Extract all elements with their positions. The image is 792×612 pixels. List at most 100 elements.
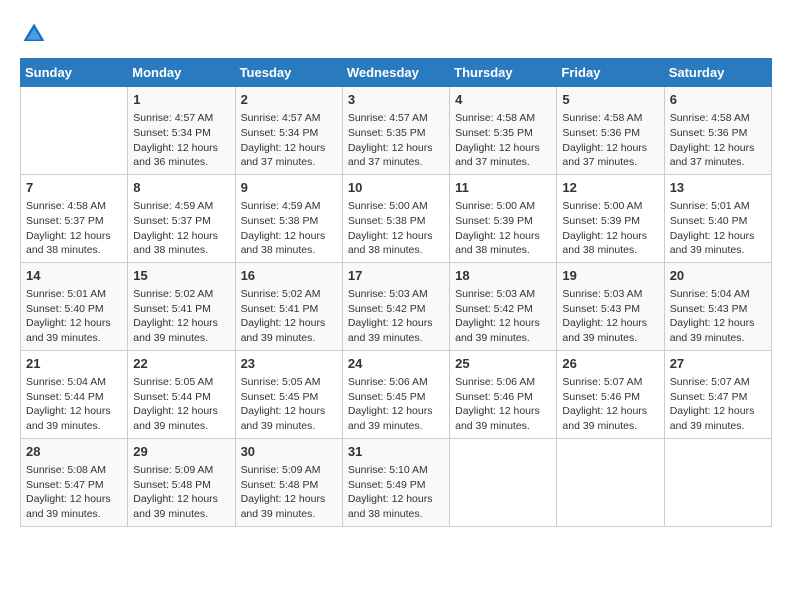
day-info: and 39 minutes. xyxy=(26,419,122,434)
day-info: Sunset: 5:39 PM xyxy=(562,214,658,229)
day-info: Sunrise: 5:06 AM xyxy=(455,375,551,390)
day-info: Sunrise: 4:57 AM xyxy=(133,111,229,126)
day-info: Sunrise: 4:57 AM xyxy=(348,111,444,126)
day-info: and 38 minutes. xyxy=(348,507,444,522)
day-info: and 38 minutes. xyxy=(26,243,122,258)
header-cell-sunday: Sunday xyxy=(21,59,128,87)
day-cell xyxy=(664,438,771,526)
day-cell: 16Sunrise: 5:02 AMSunset: 5:41 PMDayligh… xyxy=(235,262,342,350)
day-number: 31 xyxy=(348,443,444,461)
day-info: Sunset: 5:47 PM xyxy=(670,390,766,405)
day-cell: 7Sunrise: 4:58 AMSunset: 5:37 PMDaylight… xyxy=(21,174,128,262)
day-cell: 20Sunrise: 5:04 AMSunset: 5:43 PMDayligh… xyxy=(664,262,771,350)
day-info: Daylight: 12 hours xyxy=(562,316,658,331)
day-info: Daylight: 12 hours xyxy=(348,404,444,419)
day-info: Daylight: 12 hours xyxy=(26,316,122,331)
day-cell: 2Sunrise: 4:57 AMSunset: 5:34 PMDaylight… xyxy=(235,87,342,175)
day-cell: 11Sunrise: 5:00 AMSunset: 5:39 PMDayligh… xyxy=(450,174,557,262)
day-cell xyxy=(21,87,128,175)
day-info: Sunrise: 4:58 AM xyxy=(562,111,658,126)
day-cell: 4Sunrise: 4:58 AMSunset: 5:35 PMDaylight… xyxy=(450,87,557,175)
day-info: Daylight: 12 hours xyxy=(670,229,766,244)
day-info: Sunrise: 5:04 AM xyxy=(26,375,122,390)
day-info: Daylight: 12 hours xyxy=(133,492,229,507)
day-info: Daylight: 12 hours xyxy=(455,229,551,244)
week-row-3: 14Sunrise: 5:01 AMSunset: 5:40 PMDayligh… xyxy=(21,262,772,350)
day-info: Daylight: 12 hours xyxy=(133,141,229,156)
day-cell: 8Sunrise: 4:59 AMSunset: 5:37 PMDaylight… xyxy=(128,174,235,262)
day-info: Sunrise: 5:00 AM xyxy=(348,199,444,214)
day-info: Sunset: 5:40 PM xyxy=(670,214,766,229)
day-info: Daylight: 12 hours xyxy=(348,316,444,331)
day-info: Sunrise: 5:02 AM xyxy=(133,287,229,302)
day-info: Daylight: 12 hours xyxy=(241,229,337,244)
day-info: Sunset: 5:46 PM xyxy=(455,390,551,405)
day-number: 4 xyxy=(455,91,551,109)
day-number: 11 xyxy=(455,179,551,197)
day-info: and 37 minutes. xyxy=(348,155,444,170)
day-info: Daylight: 12 hours xyxy=(241,404,337,419)
header-cell-tuesday: Tuesday xyxy=(235,59,342,87)
day-info: and 37 minutes. xyxy=(562,155,658,170)
day-info: Sunrise: 5:09 AM xyxy=(241,463,337,478)
day-info: Sunrise: 5:10 AM xyxy=(348,463,444,478)
day-info: and 39 minutes. xyxy=(133,507,229,522)
header-row: SundayMondayTuesdayWednesdayThursdayFrid… xyxy=(21,59,772,87)
day-cell: 9Sunrise: 4:59 AMSunset: 5:38 PMDaylight… xyxy=(235,174,342,262)
day-info: Daylight: 12 hours xyxy=(455,404,551,419)
day-number: 23 xyxy=(241,355,337,373)
day-info: Daylight: 12 hours xyxy=(241,141,337,156)
day-info: Sunset: 5:44 PM xyxy=(26,390,122,405)
day-number: 12 xyxy=(562,179,658,197)
calendar-table: SundayMondayTuesdayWednesdayThursdayFrid… xyxy=(20,58,772,527)
day-info: Daylight: 12 hours xyxy=(562,229,658,244)
logo xyxy=(20,20,52,48)
day-info: Sunrise: 5:05 AM xyxy=(133,375,229,390)
day-info: and 38 minutes. xyxy=(562,243,658,258)
day-info: Sunrise: 5:03 AM xyxy=(455,287,551,302)
day-info: and 39 minutes. xyxy=(455,331,551,346)
day-info: Sunset: 5:41 PM xyxy=(133,302,229,317)
day-number: 28 xyxy=(26,443,122,461)
day-info: Sunrise: 5:01 AM xyxy=(670,199,766,214)
header-cell-friday: Friday xyxy=(557,59,664,87)
day-info: Sunset: 5:43 PM xyxy=(670,302,766,317)
day-info: Daylight: 12 hours xyxy=(348,141,444,156)
day-info: and 39 minutes. xyxy=(241,419,337,434)
day-cell: 3Sunrise: 4:57 AMSunset: 5:35 PMDaylight… xyxy=(342,87,449,175)
day-number: 13 xyxy=(670,179,766,197)
day-info: Daylight: 12 hours xyxy=(348,492,444,507)
day-number: 18 xyxy=(455,267,551,285)
day-number: 25 xyxy=(455,355,551,373)
day-info: and 37 minutes. xyxy=(670,155,766,170)
day-info: Daylight: 12 hours xyxy=(26,229,122,244)
day-info: and 38 minutes. xyxy=(348,243,444,258)
day-cell: 24Sunrise: 5:06 AMSunset: 5:45 PMDayligh… xyxy=(342,350,449,438)
day-info: and 39 minutes. xyxy=(26,507,122,522)
day-info: Sunrise: 5:07 AM xyxy=(562,375,658,390)
day-info: Sunset: 5:43 PM xyxy=(562,302,658,317)
day-info: and 38 minutes. xyxy=(241,243,337,258)
day-info: Daylight: 12 hours xyxy=(241,316,337,331)
day-info: Daylight: 12 hours xyxy=(133,404,229,419)
day-info: Sunset: 5:36 PM xyxy=(670,126,766,141)
day-info: Daylight: 12 hours xyxy=(26,404,122,419)
day-cell: 19Sunrise: 5:03 AMSunset: 5:43 PMDayligh… xyxy=(557,262,664,350)
day-info: Sunset: 5:49 PM xyxy=(348,478,444,493)
day-info: Daylight: 12 hours xyxy=(348,229,444,244)
day-cell: 28Sunrise: 5:08 AMSunset: 5:47 PMDayligh… xyxy=(21,438,128,526)
day-info: Daylight: 12 hours xyxy=(133,229,229,244)
day-cell: 25 Sunrise: 5:06 AMSunset: 5:46 PMDayligh… xyxy=(450,350,557,438)
day-info: and 38 minutes. xyxy=(455,243,551,258)
day-number: 15 xyxy=(133,267,229,285)
day-info: Sunset: 5:34 PM xyxy=(133,126,229,141)
day-number: 26 xyxy=(562,355,658,373)
day-info: Daylight: 12 hours xyxy=(241,492,337,507)
day-info: Sunset: 5:38 PM xyxy=(348,214,444,229)
day-number: 7 xyxy=(26,179,122,197)
day-cell: 31 Sunrise: 5:10 AMSunset: 5:49 PMDayligh… xyxy=(342,438,449,526)
day-cell: 10Sunrise: 5:00 AMSunset: 5:38 PMDayligh… xyxy=(342,174,449,262)
day-cell: 29Sunrise: 5:09 AMSunset: 5:48 PMDayligh… xyxy=(128,438,235,526)
day-info: and 39 minutes. xyxy=(133,419,229,434)
header-cell-monday: Monday xyxy=(128,59,235,87)
